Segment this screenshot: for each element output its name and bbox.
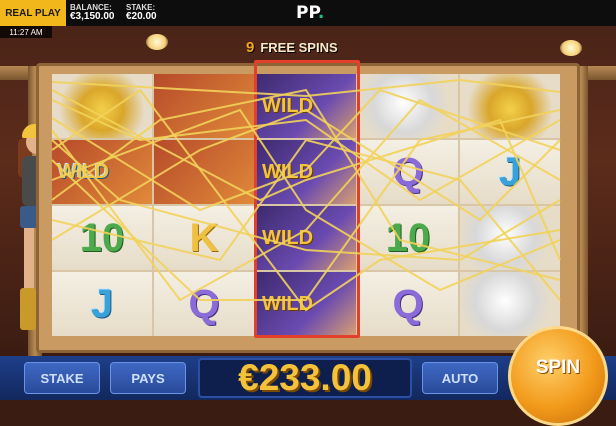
logo-text: PP xyxy=(296,3,318,23)
reel-symbol-j: J xyxy=(460,140,560,204)
stake-button[interactable]: STAKE xyxy=(24,362,100,394)
win-display: €233.00 xyxy=(198,357,412,398)
reel-symbol-helmet-icon xyxy=(358,74,458,138)
reel-symbol-wild: WILD xyxy=(256,272,356,336)
reel-symbol-gold-icon xyxy=(154,140,254,204)
reel-symbol-nugget-icon xyxy=(52,74,152,138)
reel-symbol-nugget-icon xyxy=(460,74,560,138)
stake-meter: STAKE: €20.00 xyxy=(126,3,157,22)
balance-value: €3,150.00 xyxy=(70,11,115,22)
free-spins-banner: 9 FREE SPINS xyxy=(246,38,376,56)
reel-symbol-helmet-icon xyxy=(460,272,560,336)
clock: 11:27 AM xyxy=(0,26,52,38)
win-amount: €233.00 xyxy=(238,357,372,398)
reel-symbol-q: Q xyxy=(358,272,458,336)
reel-symbol-wild: WILD xyxy=(256,140,356,204)
reel-symbol-q: Q xyxy=(358,140,458,204)
stake-value: €20.00 xyxy=(126,11,157,22)
mine-lamp-icon xyxy=(560,40,582,56)
reel-symbol-wild: WILD xyxy=(256,74,356,138)
reel-grid: WILD WILD WILD Q J 10 K WILD 10 J Q WILD Q xyxy=(52,74,560,336)
reel-symbol-j: J xyxy=(52,272,152,336)
reel-symbol-wild: WILD xyxy=(52,140,152,204)
free-spins-label: FREE SPINS xyxy=(260,39,338,55)
top-bar: REAL PLAY BALANCE: €3,150.00 STAKE: €20.… xyxy=(0,0,616,26)
pays-button[interactable]: PAYS xyxy=(110,362,186,394)
reel-symbol-wild: WILD xyxy=(256,206,356,270)
mine-lamp-icon xyxy=(146,34,168,50)
reel-symbol-gold-icon xyxy=(154,74,254,138)
balance-meter: BALANCE: €3,150.00 xyxy=(70,3,115,22)
spin-button[interactable]: SPIN xyxy=(508,326,608,426)
reel-symbol-q: Q xyxy=(154,272,254,336)
real-play-badge[interactable]: REAL PLAY xyxy=(0,0,66,26)
reel-symbol-10: 10 xyxy=(358,206,458,270)
reel-symbol-10: 10 xyxy=(52,206,152,270)
reel-symbol-k: K xyxy=(154,206,254,270)
provider-logo: PP. xyxy=(296,3,324,23)
auto-button[interactable]: AUTO xyxy=(422,362,498,394)
logo-dot: . xyxy=(317,3,325,23)
reel-symbol-helmet-icon xyxy=(460,206,560,270)
free-spins-count: 9 xyxy=(246,38,255,56)
